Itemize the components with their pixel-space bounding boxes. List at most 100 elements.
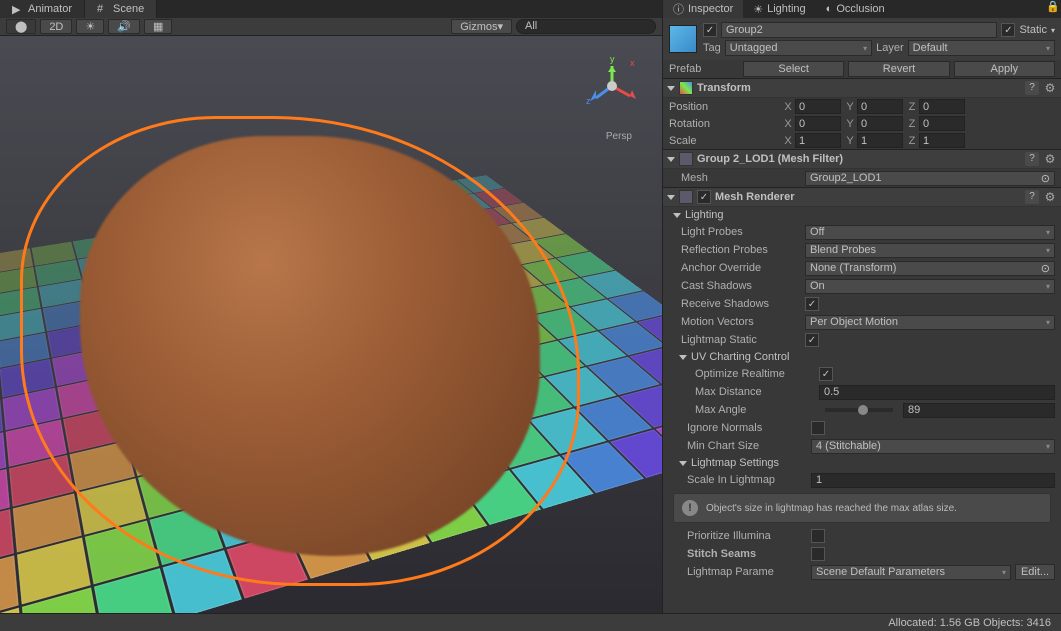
mesh-label: Mesh [681, 172, 801, 184]
renderer-enabled[interactable] [697, 190, 711, 204]
anchor-picker-icon[interactable]: ⊙ [1041, 262, 1050, 275]
transform-help[interactable]: ? [1025, 81, 1039, 95]
scale-x[interactable] [795, 133, 841, 148]
tab-scene-label: Scene [113, 3, 144, 15]
rot-z-ax: Z [905, 118, 919, 130]
prio-checkbox[interactable] [811, 529, 825, 543]
transform-menu[interactable]: ⚙ [1043, 81, 1057, 95]
renderer-help[interactable]: ? [1025, 190, 1039, 204]
lm-section-label: Lightmap Settings [691, 457, 779, 469]
maxangle-field[interactable] [903, 403, 1055, 418]
recvshadows-label: Receive Shadows [681, 298, 801, 310]
warn-text: Object's size in lightmap has reached th… [706, 503, 957, 514]
scale-z[interactable] [919, 133, 965, 148]
object-name-field[interactable] [721, 22, 997, 38]
transform-icon [679, 81, 693, 95]
static-dropdown-arrow[interactable]: ▾ [1051, 26, 1055, 35]
anchor-field[interactable]: None (Transform)⊙ [805, 261, 1055, 276]
lightprobes-value: Off [810, 226, 824, 238]
lightmap-warning: ! Object's size in lightmap has reached t… [673, 493, 1051, 523]
tab-scene[interactable]: # Scene [85, 0, 157, 18]
lightprobes-dropdown[interactable]: Off [805, 225, 1055, 240]
rotation-z[interactable] [919, 116, 965, 131]
warn-icon: ! [682, 500, 698, 516]
prefab-apply-button[interactable]: Apply [954, 61, 1055, 77]
orientation-gizmo[interactable]: x y z [582, 56, 642, 116]
refprobes-dropdown[interactable]: Blend Probes [805, 243, 1055, 258]
lmparams-edit-button[interactable]: Edit... [1015, 564, 1055, 580]
lmstatic-checkbox[interactable] [805, 333, 819, 347]
mesh-field[interactable]: Group2_LOD1⊙ [805, 171, 1055, 186]
uv-foldout[interactable] [679, 355, 687, 360]
maxangle-slider[interactable] [825, 408, 893, 412]
ignnorm-checkbox[interactable] [811, 421, 825, 435]
optrt-checkbox[interactable] [819, 367, 833, 381]
renderer-menu[interactable]: ⚙ [1043, 190, 1057, 204]
scalelm-field[interactable] [811, 473, 1055, 488]
gameobject-icon[interactable] [669, 25, 697, 53]
tab-animator[interactable]: ▶ Animator [0, 0, 85, 18]
projection-label[interactable]: Persp [606, 131, 632, 142]
meshfilter-title: Group 2_LOD1 (Mesh Filter) [697, 153, 1021, 165]
lighting-toggle[interactable]: ☀ [76, 19, 104, 34]
tab-animator-label: Animator [28, 3, 72, 15]
minchart-label: Min Chart Size [687, 440, 807, 452]
tab-lighting[interactable]: ☀Lighting [743, 0, 815, 18]
lm-foldout[interactable] [679, 461, 687, 466]
maxdist-field[interactable] [819, 385, 1055, 400]
scene-viewport[interactable]: x y z Persp [0, 36, 662, 613]
fx-dropdown[interactable]: ▦ [144, 19, 172, 34]
position-z[interactable] [919, 99, 965, 114]
stitch-label: Stitch Seams [687, 548, 807, 560]
rot-y-ax: Y [843, 118, 857, 130]
meshfilter-foldout[interactable] [667, 157, 675, 162]
position-y[interactable] [857, 99, 903, 114]
meshfilter-help[interactable]: ? [1025, 152, 1039, 166]
audio-toggle[interactable]: 🔊 [108, 19, 140, 34]
tag-label: Tag [703, 42, 721, 54]
rotation-x[interactable] [795, 116, 841, 131]
gizmos-dropdown[interactable]: Gizmos ▾ [451, 19, 512, 34]
transform-foldout[interactable] [667, 86, 675, 91]
renderer-foldout[interactable] [667, 195, 675, 200]
inspector-lock[interactable]: 🔒 [1045, 0, 1061, 16]
prefab-select-button[interactable]: Select [743, 61, 844, 77]
mode-2d-label: 2D [49, 21, 63, 33]
motionvec-dropdown[interactable]: Per Object Motion [805, 315, 1055, 330]
position-x[interactable] [795, 99, 841, 114]
mesh-picker-icon[interactable]: ⊙ [1041, 172, 1050, 185]
animator-icon: ▶ [12, 3, 24, 15]
static-checkbox[interactable] [1001, 23, 1015, 37]
minchart-dropdown[interactable]: 4 (Stitchable) [811, 439, 1055, 454]
layer-dropdown[interactable]: Default [908, 40, 1055, 56]
tag-value: Untagged [730, 42, 778, 54]
lmparams-value: Scene Default Parameters [816, 566, 945, 578]
optrt-label: Optimize Realtime [695, 368, 815, 380]
scale-y[interactable] [857, 133, 903, 148]
scene-search[interactable]: All [516, 19, 656, 34]
scene-icon: # [97, 3, 109, 15]
tab-lighting-label: Lighting [767, 3, 806, 15]
renderer-icon [679, 190, 693, 204]
lmparams-dropdown[interactable]: Scene Default Parameters [811, 565, 1011, 580]
active-checkbox[interactable] [703, 23, 717, 37]
mode-2d-button[interactable]: 2D [40, 19, 72, 34]
refprobes-value: Blend Probes [810, 244, 876, 256]
recvshadows-checkbox[interactable] [805, 297, 819, 311]
prefab-revert-button[interactable]: Revert [848, 61, 949, 77]
scl-x-ax: X [781, 135, 795, 147]
tab-inspector[interactable]: ⓘInspector [663, 0, 743, 18]
prefab-select-label: Select [778, 63, 809, 75]
shaded-dropdown[interactable]: ⬤ [6, 19, 36, 34]
scalelm-label: Scale In Lightmap [687, 474, 807, 486]
tag-dropdown[interactable]: Untagged [725, 40, 872, 56]
lighting-foldout[interactable] [673, 213, 681, 218]
stitch-checkbox[interactable] [811, 547, 825, 561]
maxdist-label: Max Distance [695, 386, 815, 398]
status-text: Allocated: 1.56 GB Objects: 3416 [888, 617, 1051, 629]
tab-occlusion[interactable]: ◐Occlusion [816, 0, 895, 18]
rotation-y[interactable] [857, 116, 903, 131]
meshfilter-menu[interactable]: ⚙ [1043, 152, 1057, 166]
lightprobes-label: Light Probes [681, 226, 801, 238]
castshadows-dropdown[interactable]: On [805, 279, 1055, 294]
